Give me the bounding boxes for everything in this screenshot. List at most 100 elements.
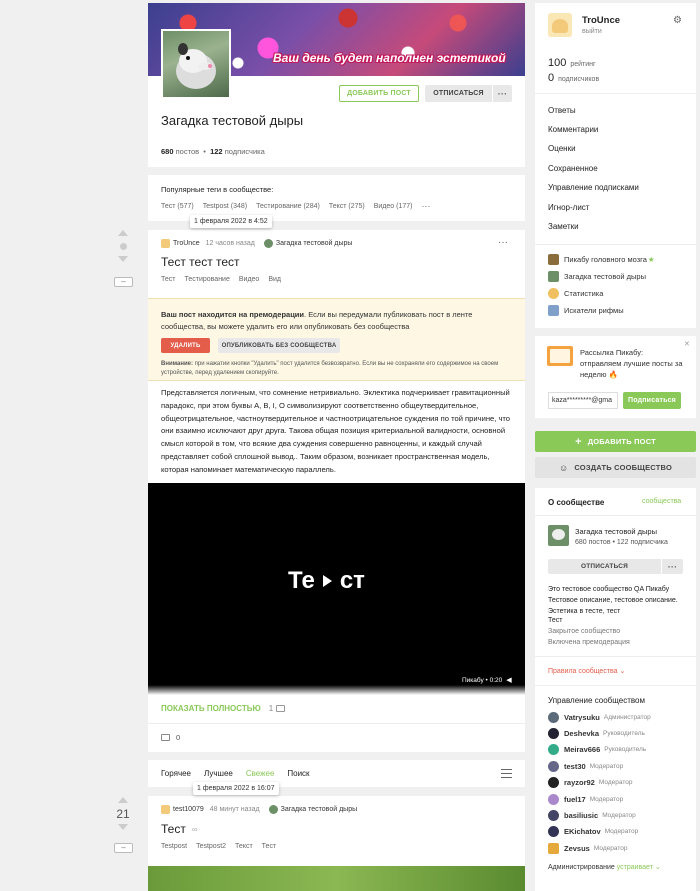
moderator-item[interactable]: Deshevka Руководитель (548, 726, 645, 740)
post2-tags: Testpost Testpost2 Текст Тест (161, 843, 285, 850)
tag-link[interactable]: Testpost (348) (203, 203, 247, 210)
people-icon: ☺ (558, 462, 569, 473)
logout-link[interactable]: выйти (582, 28, 602, 35)
menu-saved[interactable]: Сохраненное (548, 164, 598, 173)
tag-link[interactable]: Видео (239, 276, 259, 283)
sort-tabs: Горячее Лучшее Свежее Поиск (161, 769, 310, 778)
tag-link[interactable]: Тестирование (284) (256, 203, 320, 210)
filter-icon[interactable] (501, 769, 512, 778)
moderator-item[interactable]: fuel17 Модератор (548, 792, 623, 806)
video-player[interactable]: Те ст Пикабу • 0:20 ◀ (148, 483, 525, 695)
moderator-item[interactable]: Vatrysuku Администратор (548, 710, 651, 724)
unsubscribe-button[interactable]: ОТПИСАТЬСЯ (425, 85, 492, 102)
post1-community[interactable]: Загадка тестовой дыры (276, 240, 353, 247)
post2: test10079 48 минут назад Загадка тестово… (148, 796, 525, 891)
volume-icon[interactable]: ◀ (506, 676, 511, 684)
tag-link[interactable]: Тестирование (184, 276, 229, 283)
menu-ratings[interactable]: Оценки (548, 144, 576, 153)
tag-link[interactable]: Testpost2 (196, 843, 226, 850)
newsletter-card: Рассылка Пикабу: отправляем лучшие посты… (535, 336, 696, 418)
my-community-item[interactable]: Загадка тестовой дыры (548, 269, 646, 283)
post2-community[interactable]: Загадка тестовой дыры (281, 806, 358, 813)
community-rules-link[interactable]: Правила сообщества ⌄ (548, 667, 625, 675)
add-post-button[interactable]: ДОБАВИТЬ ПОСТ (339, 85, 419, 102)
moderator-item[interactable]: basiliusic Модератор (548, 808, 636, 822)
post1-footer-divider (148, 723, 525, 724)
avatar (548, 743, 559, 755)
avatar (548, 842, 559, 854)
menu-ignore-list[interactable]: Игнор-лист (548, 203, 589, 212)
tag-link[interactable]: Тест (262, 843, 276, 850)
about-unsubscribe-button[interactable]: ОТПИСАТЬСЯ (548, 559, 661, 574)
sidebar-add-post-button[interactable]: + ДОБАВИТЬ ПОСТ (535, 431, 696, 452)
tab-hot[interactable]: Горячее (161, 769, 191, 778)
about-link[interactable]: сообщества (642, 498, 681, 505)
post1-title[interactable]: Тест тест тест (161, 255, 240, 269)
about-community-name[interactable]: Загадка тестовой дыры (575, 527, 657, 536)
menu-notes[interactable]: Заметки (548, 222, 579, 231)
post2-author[interactable]: test10079 (173, 806, 204, 813)
about-community-avatar (548, 525, 569, 546)
menu-subscriptions[interactable]: Управление подписками (548, 183, 639, 192)
post1-more-button[interactable]: ··· (498, 237, 508, 248)
popular-tags-title: Популярные теги в сообществе: (161, 185, 274, 194)
community-more-button[interactable]: ··· (493, 85, 512, 102)
my-community-item[interactable]: Искатели рифмы (548, 303, 624, 317)
post1-vote-down[interactable] (118, 256, 128, 262)
post1-rating-dot (120, 243, 127, 250)
newsletter-close-icon[interactable]: ✕ (684, 340, 690, 348)
settings-gear-icon[interactable]: ⚙ (673, 15, 682, 26)
play-icon[interactable] (322, 575, 332, 587)
moderator-item[interactable]: test30 Модератор (548, 759, 623, 773)
user-avatar[interactable] (548, 13, 572, 37)
publish-without-community-button[interactable]: ОПУБЛИКОВАТЬ БЕЗ СООБЩЕСТВА (218, 338, 340, 353)
moderator-item[interactable]: Meirav666 Руководитель (548, 742, 646, 756)
post2-title[interactable]: Тест ∞ (161, 822, 198, 836)
about-divider (535, 515, 696, 516)
post1-vote-up[interactable] (118, 230, 128, 236)
post1-hide-button[interactable]: – (114, 277, 133, 287)
moderator-item[interactable]: EKichatov Модератор (548, 824, 638, 838)
tags-more-button[interactable]: ··· (421, 201, 430, 211)
tag-link[interactable]: Текст (235, 843, 253, 850)
community-title: Загадка тестовой дыры (161, 113, 304, 128)
post1-meta: TroUnce 12 часов назад Загадка тестовой … (161, 239, 352, 248)
newsletter-text: Рассылка Пикабу: отправляем лучшие посты… (580, 348, 683, 379)
tab-search[interactable]: Поиск (287, 769, 309, 778)
avatar (548, 760, 559, 772)
delete-post-button[interactable]: УДАЛИТЬ (161, 338, 210, 353)
moderator-item[interactable]: rayzor92 Модератор (548, 775, 632, 789)
avatar (548, 711, 559, 723)
tag-link[interactable]: Вид (268, 276, 281, 283)
user-rating: 100 рейтинг (548, 57, 596, 69)
user-card-divider (535, 93, 696, 94)
menu-comments[interactable]: Комментарии (548, 125, 598, 134)
tab-best[interactable]: Лучшее (204, 769, 233, 778)
user-name[interactable]: TroUnce (582, 15, 620, 26)
post2-vote-up[interactable] (118, 797, 128, 803)
my-community-item[interactable]: Пикабу головного мозга ★ (548, 252, 655, 266)
author-avatar-icon (161, 239, 170, 248)
post2-hide-button[interactable]: – (114, 843, 133, 853)
tag-link[interactable]: Тест (161, 276, 175, 283)
menu-replies[interactable]: Ответы (548, 106, 576, 115)
moderation-text: Ваш пост находится на премодерации. Если… (161, 310, 473, 331)
newsletter-email-input[interactable]: kaza*********@gma (548, 392, 618, 409)
my-community-item[interactable]: Статистика (548, 286, 603, 300)
moderator-item[interactable]: Zevsus Модератор (548, 841, 627, 855)
tag-link[interactable]: Текст (275) (329, 203, 365, 210)
post1-comments[interactable]: 0 (161, 733, 180, 742)
tab-fresh[interactable]: Свежее (246, 769, 275, 778)
newsletter-subscribe-button[interactable]: Подписаться (623, 392, 681, 409)
post1-author[interactable]: TroUnce (173, 240, 200, 247)
show-full-link[interactable]: ПОКАЗАТЬ ПОЛНОСТЬЮ 1 (161, 704, 286, 713)
about-closed-status: Закрытое сообщество (548, 628, 621, 635)
management-footer[interactable]: Администрирование устраивает ⌄ (548, 863, 661, 871)
tag-link[interactable]: Тест (577) (161, 203, 194, 210)
post2-vote-down[interactable] (118, 824, 128, 830)
create-community-button[interactable]: ☺ СОЗДАТЬ СООБЩЕСТВО (535, 457, 696, 478)
tag-link[interactable]: Видео (177) (374, 203, 413, 210)
about-more-button[interactable]: ··· (662, 559, 683, 574)
about-description-extra: Тест (548, 617, 563, 624)
tag-link[interactable]: Testpost (161, 843, 187, 850)
